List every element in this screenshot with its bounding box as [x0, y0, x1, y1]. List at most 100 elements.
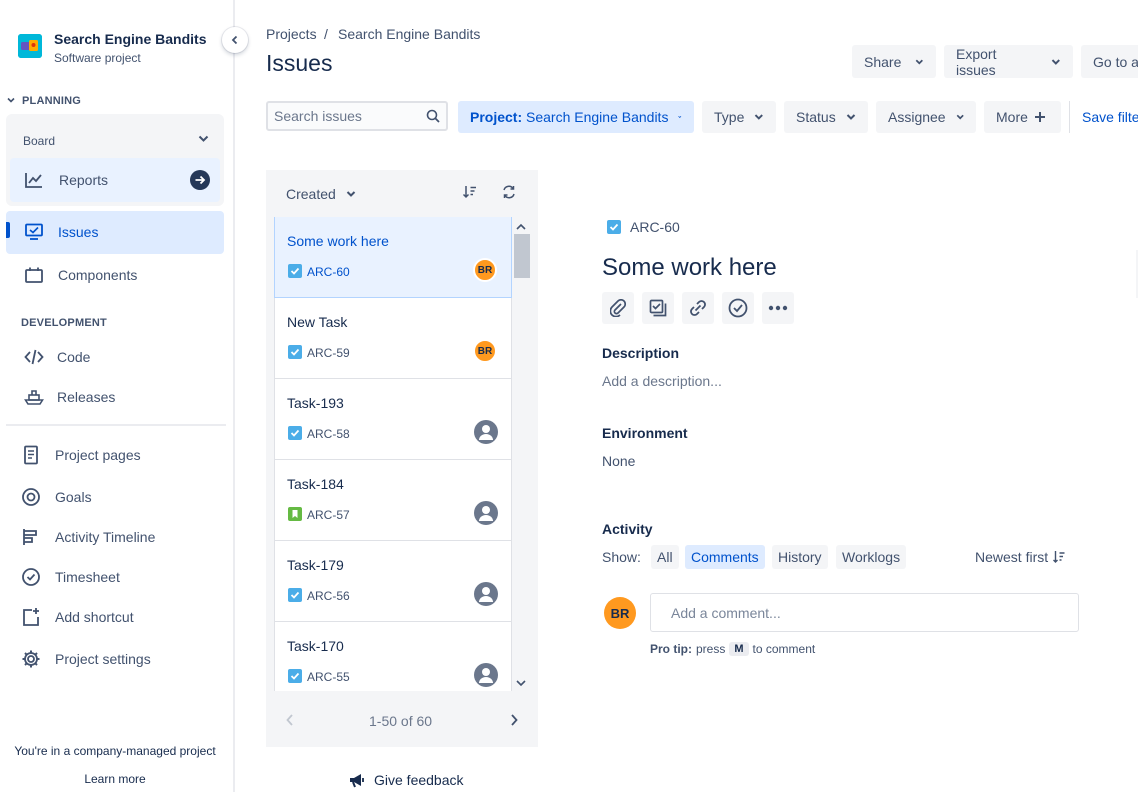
task-type-icon: [288, 264, 302, 278]
more-filter-label: More: [996, 109, 1028, 125]
sidebar-item-reports-content[interactable]: Reports: [24, 160, 108, 200]
story-type-icon: [288, 507, 302, 521]
sidebar-item-activity-timeline[interactable]: Activity Timeline: [21, 517, 155, 557]
share-button[interactable]: Share: [852, 45, 936, 78]
pro-tip: Pro tip: press M to comment: [650, 642, 815, 656]
export-issues-button[interactable]: Export issues: [944, 45, 1073, 78]
sidebar-item-project-settings[interactable]: Project settings: [21, 639, 151, 679]
company-managed-note: You're in a company-managed project: [14, 744, 216, 758]
pro-tip-prefix: Pro tip:: [650, 642, 692, 656]
issue-card[interactable]: Task-179 ARC-56: [274, 541, 512, 622]
chevron-down-icon: [1052, 58, 1061, 65]
project-filter-button[interactable]: Project: Search Engine Bandits: [458, 101, 694, 133]
sidebar-item-label: Components: [58, 267, 138, 283]
sidebar-item-label: Code: [57, 349, 91, 365]
project-avatar-icon[interactable]: [18, 34, 42, 58]
description-field[interactable]: Add a description...: [602, 373, 722, 389]
sidebar-item-issues-content[interactable]: Issues: [24, 212, 98, 252]
sidebar-item-add-shortcut[interactable]: Add shortcut: [21, 597, 134, 637]
project-filter-prefix: Project:: [470, 109, 523, 125]
sidebar-item-goals[interactable]: Goals: [21, 477, 92, 517]
sidebar-item-timesheet[interactable]: Timesheet: [21, 557, 120, 597]
unassigned-avatar-icon: [473, 419, 499, 445]
sidebar-item-project-pages[interactable]: Project pages: [21, 435, 141, 475]
status-filter-button[interactable]: Status: [784, 101, 868, 133]
comment-field[interactable]: [650, 593, 1079, 632]
save-filter-button[interactable]: Save filter: [1082, 109, 1138, 125]
type-filter-button[interactable]: Type: [702, 101, 776, 133]
sidebar: Search Engine Bandits Software project P…: [0, 0, 234, 792]
issue-list[interactable]: Some work here ARC-60 BR New Task ARC-59 BR Ta…: [274, 217, 512, 691]
pro-tip-press: press: [696, 642, 726, 656]
give-feedback-button[interactable]: Give feedback: [348, 771, 464, 789]
issue-key-link[interactable]: ARC-60: [630, 219, 680, 235]
refresh-icon[interactable]: [502, 185, 516, 199]
arrow-right-icon[interactable]: [190, 170, 210, 190]
scroll-up-icon[interactable]: [512, 220, 530, 234]
planning-chevron-icon[interactable]: [7, 96, 15, 104]
show-label: Show:: [602, 549, 641, 565]
go-to-label: Go to a: [1093, 53, 1138, 70]
scroll-thumb[interactable]: [514, 234, 530, 278]
scroll-down-icon[interactable]: [512, 676, 530, 690]
tab-all[interactable]: All: [651, 545, 679, 569]
task-type-icon: [288, 588, 302, 602]
sort-order-icon: [1053, 551, 1065, 563]
collapse-sidebar-button[interactable]: [222, 27, 248, 53]
project-filter-value: Search Engine Bandits: [526, 109, 669, 125]
environment-field[interactable]: None: [602, 453, 635, 469]
sidebar-item-components[interactable]: Components: [24, 255, 137, 295]
keyboard-shortcut-key: M: [729, 642, 749, 656]
issue-title[interactable]: Some work here: [602, 254, 777, 282]
user-avatar[interactable]: BR: [604, 597, 636, 629]
go-to-button[interactable]: Go to a: [1081, 45, 1138, 78]
tab-comments[interactable]: Comments: [685, 545, 765, 569]
previous-page-icon[interactable]: [285, 713, 295, 727]
chevron-down-icon: [755, 114, 764, 120]
comment-input[interactable]: [671, 604, 1058, 621]
sidebar-item-releases[interactable]: Releases: [24, 377, 115, 417]
unassigned-avatar-icon: [473, 581, 499, 607]
project-name[interactable]: Search Engine Bandits: [54, 31, 206, 47]
sidebar-item-label: Timesheet: [55, 569, 120, 585]
task-type-icon: [288, 345, 302, 359]
issue-card[interactable]: New Task ARC-59 BR: [274, 298, 512, 379]
sort-by-created-button[interactable]: Created: [286, 186, 356, 202]
status-check-button[interactable]: [722, 292, 754, 324]
task-type-icon: [607, 220, 621, 234]
breadcrumb-projects[interactable]: Projects: [266, 26, 317, 42]
export-label: Export issues: [956, 45, 997, 78]
page-icon: [21, 445, 41, 465]
sidebar-resize-handle[interactable]: [233, 0, 235, 792]
add-child-issue-button[interactable]: [642, 292, 674, 324]
gear-icon: [21, 649, 41, 669]
sidebar-item-code[interactable]: Code: [24, 337, 90, 377]
next-page-icon[interactable]: [509, 713, 519, 727]
breadcrumb-project[interactable]: Search Engine Bandits: [338, 26, 480, 42]
assignee-filter-button[interactable]: Assignee: [876, 101, 976, 133]
issue-card[interactable]: Task-170 ARC-55: [274, 622, 512, 691]
issue-card-title: Task-170: [287, 638, 344, 654]
attach-button[interactable]: [602, 292, 634, 324]
issue-card[interactable]: Some work here ARC-60 BR: [274, 217, 512, 298]
planning-heading[interactable]: PLANNING: [22, 95, 81, 107]
more-filters-button[interactable]: More: [984, 101, 1061, 133]
chevron-left-icon: [231, 35, 238, 45]
issue-card[interactable]: Task-193 ARC-58: [274, 379, 512, 460]
link-issue-button[interactable]: [682, 292, 714, 324]
more-actions-button[interactable]: [762, 292, 794, 324]
search-input[interactable]: [274, 108, 414, 124]
board-chevron-down-icon[interactable]: [198, 135, 209, 143]
search-issues-field[interactable]: [266, 101, 448, 131]
sidebar-divider: [6, 424, 226, 426]
issue-list-scrollbar[interactable]: [512, 217, 530, 691]
newest-first-button[interactable]: Newest first: [975, 549, 1066, 565]
learn-more-link[interactable]: Learn more: [0, 772, 230, 786]
board-selector[interactable]: Board: [23, 134, 55, 148]
components-icon: [24, 265, 44, 285]
tab-history[interactable]: History: [772, 545, 828, 569]
status-filter-label: Status: [796, 109, 836, 125]
issue-card[interactable]: Task-184 ARC-57: [274, 460, 512, 541]
sort-order-icon[interactable]: [462, 185, 478, 199]
tab-worklogs[interactable]: Worklogs: [836, 545, 907, 569]
